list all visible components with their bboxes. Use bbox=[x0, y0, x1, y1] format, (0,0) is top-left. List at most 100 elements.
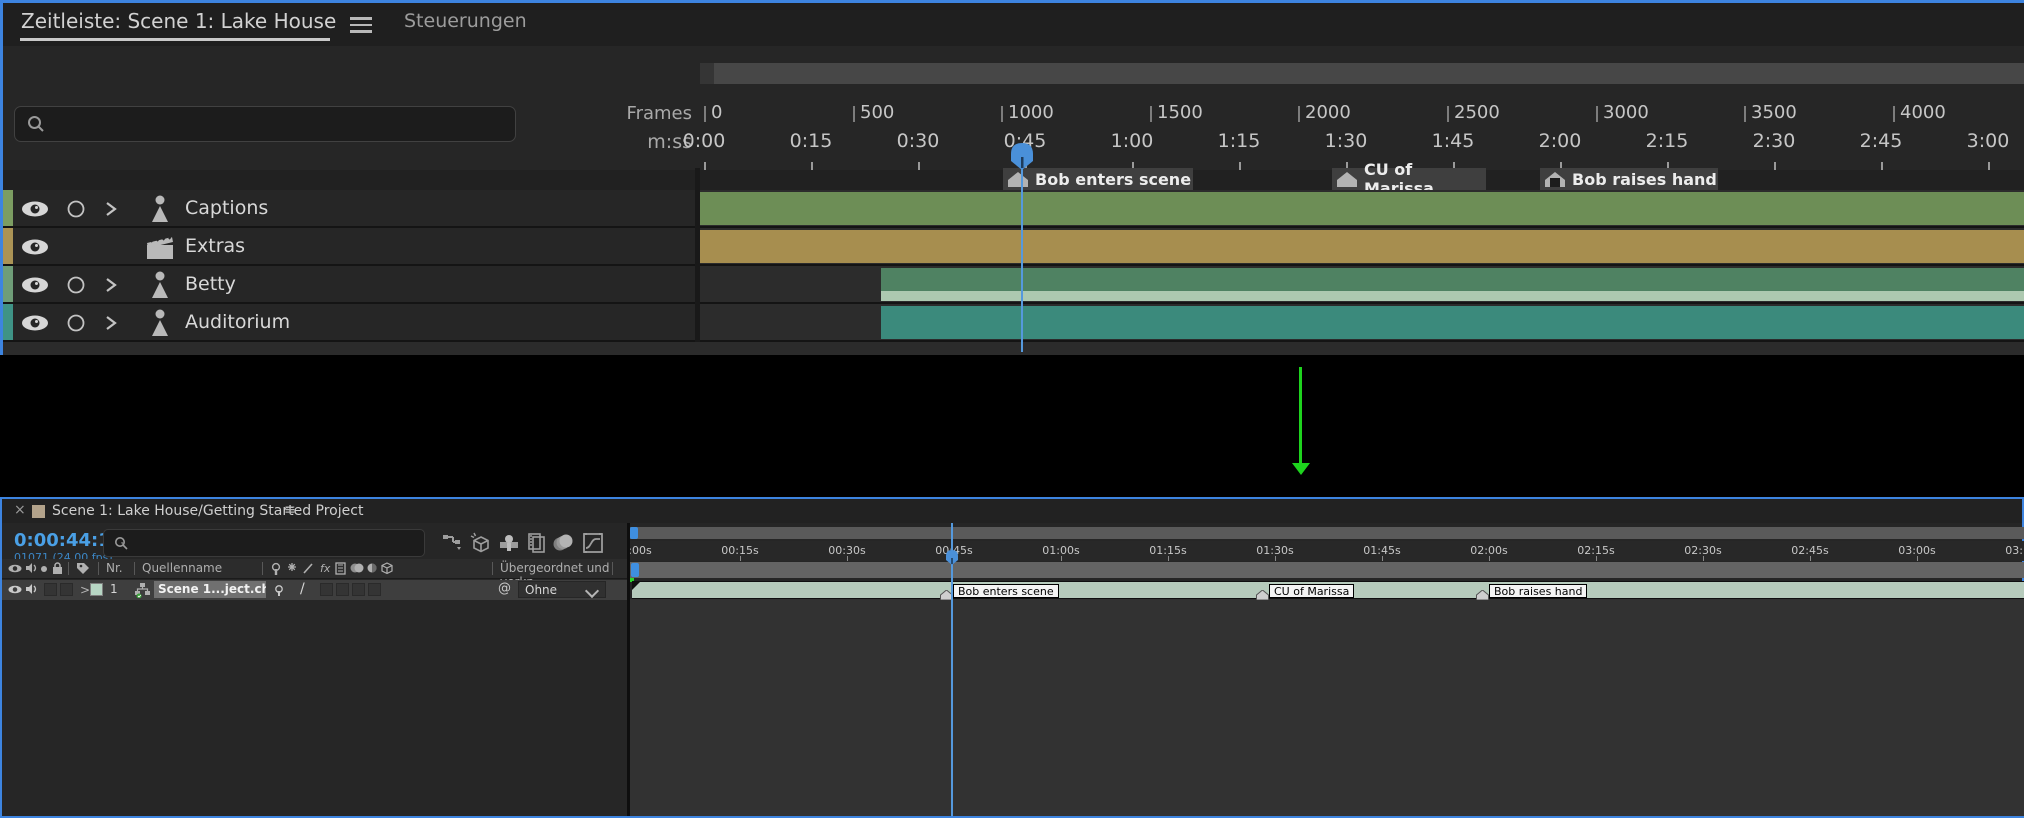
layer-bar-captions[interactable] bbox=[700, 192, 2024, 225]
audio-column-icon[interactable] bbox=[25, 562, 37, 574]
marker-bob-raises-hand[interactable]: Bob raises hand bbox=[1540, 168, 1718, 190]
playhead-head[interactable] bbox=[944, 549, 960, 566]
layer-row-extras[interactable]: Extras bbox=[3, 228, 695, 266]
layer-source-name[interactable]: Scene 1...ject.chproj bbox=[154, 581, 266, 598]
bottom-time-ruler[interactable]: 00:00s 00:15s 00:30s 00:45s 01:00s 01:15… bbox=[630, 541, 2024, 561]
timeline-scrollbar-cap bbox=[700, 63, 714, 84]
shy-switch-icon[interactable] bbox=[272, 583, 286, 597]
twirl-chevron[interactable]: > bbox=[80, 583, 90, 597]
hide-shy-layers-icon[interactable] bbox=[497, 531, 521, 555]
work-area-bar[interactable] bbox=[630, 562, 2024, 578]
timeline-panel: Zeitleiste: Scene 1: Lake House Steuerun… bbox=[0, 0, 2024, 355]
solo-circle-icon[interactable] bbox=[67, 200, 85, 218]
frame-tick-label: 1500 bbox=[1157, 102, 1203, 123]
layer-label-swatch[interactable] bbox=[90, 583, 103, 596]
parent-dropdown-value: Ohne bbox=[525, 583, 557, 597]
person-icon bbox=[147, 271, 173, 299]
frame-tick-label: 0 bbox=[711, 102, 722, 123]
layer-marker-cu-of-marissa[interactable]: CU of Marissa bbox=[1269, 584, 1354, 598]
layer-marker-bob-raises-hand[interactable]: Bob raises hand bbox=[1489, 584, 1587, 598]
playhead-line[interactable] bbox=[951, 523, 953, 816]
tab-zeitleiste[interactable]: Zeitleiste: Scene 1: Lake House bbox=[21, 9, 336, 33]
comp-color-swatch bbox=[32, 505, 45, 518]
bottom-time-navigator[interactable] bbox=[630, 527, 2024, 539]
search-input[interactable] bbox=[14, 106, 516, 142]
playhead-head[interactable] bbox=[1008, 141, 1036, 171]
column-header-row: Nr. Quellenname fx Übergeordnet und verk… bbox=[2, 559, 627, 579]
composition-mini-flowchart-icon[interactable] bbox=[441, 531, 465, 555]
panel-menu-icon[interactable] bbox=[350, 13, 372, 37]
tab-steuerungen[interactable]: Steuerungen bbox=[404, 10, 527, 32]
layer-color-strip bbox=[3, 228, 13, 264]
navigator-start-handle[interactable] bbox=[630, 527, 638, 539]
switch-cell[interactable] bbox=[44, 583, 57, 596]
layer-bar-betty[interactable] bbox=[881, 268, 2024, 301]
switch-cell[interactable] bbox=[352, 583, 365, 596]
motion-blur-icon[interactable] bbox=[551, 531, 575, 555]
layer-row-betty[interactable]: Betty bbox=[3, 266, 695, 304]
track-extras bbox=[700, 228, 2024, 266]
solo-column-icon[interactable] bbox=[41, 566, 47, 572]
ruler-frames-unit: Frames bbox=[542, 103, 692, 124]
lock-column-icon[interactable] bbox=[52, 562, 63, 575]
eye-icon[interactable] bbox=[8, 585, 22, 594]
quality-switch[interactable]: / bbox=[300, 581, 305, 597]
layer-bar-extras[interactable] bbox=[700, 230, 2024, 263]
graph-editor-icon[interactable] bbox=[581, 531, 605, 555]
bottom-tab-title[interactable]: Scene 1: Lake House/Getting Started Proj… bbox=[52, 503, 363, 519]
twirl-chevron-icon[interactable] bbox=[105, 201, 117, 217]
layer-marker-house-icon[interactable] bbox=[1256, 590, 1269, 600]
frame-blending-icon[interactable] bbox=[525, 531, 549, 555]
solo-circle-icon[interactable] bbox=[67, 314, 85, 332]
bottom-tab-row: × Scene 1: Lake House/Getting Started Pr… bbox=[2, 499, 2022, 523]
timeline-horizontal-scrollbar[interactable] bbox=[700, 63, 2024, 84]
frame-tick bbox=[853, 106, 855, 122]
layer-row-captions[interactable]: Captions bbox=[3, 190, 695, 228]
label-tag-icon[interactable] bbox=[76, 562, 90, 575]
layer-bar-betty-substrip bbox=[881, 291, 2024, 301]
panel-menu-icon[interactable]: ≡ bbox=[284, 502, 296, 518]
mss-tick-label: 0:00 bbox=[664, 130, 744, 152]
switch-cell[interactable] bbox=[336, 583, 349, 596]
layer-row-auditorium[interactable]: Auditorium bbox=[3, 304, 695, 342]
marker-label: Bob raises hand bbox=[1494, 585, 1582, 598]
layer-number: 1 bbox=[110, 582, 118, 596]
mss-tick-label: 1:00 bbox=[1092, 130, 1172, 152]
switch-cell[interactable] bbox=[320, 583, 333, 596]
layer-marker-bob-enters-scene[interactable]: Bob enters scene bbox=[953, 584, 1059, 598]
bottom-layer-row[interactable]: > 1 Scene 1...ject.chproj / @ Ohne bbox=[2, 580, 627, 600]
layer-name[interactable]: Captions bbox=[185, 197, 268, 219]
twirl-chevron-icon[interactable] bbox=[105, 277, 117, 293]
layer-marker-house-icon[interactable] bbox=[1476, 590, 1489, 600]
mss-tick-label: 3:00 bbox=[1948, 130, 2024, 152]
work-area-start-handle[interactable] bbox=[631, 563, 639, 577]
clapperboard-icon bbox=[145, 233, 175, 261]
draft-3d-icon[interactable] bbox=[468, 531, 492, 555]
switch-cell[interactable] bbox=[60, 583, 73, 596]
layer-switches-icons[interactable]: fx bbox=[270, 561, 394, 576]
layer-name[interactable]: Betty bbox=[185, 273, 236, 295]
audio-icon[interactable] bbox=[25, 583, 37, 595]
eye-column-icon[interactable] bbox=[8, 564, 22, 573]
parent-dropdown[interactable]: Ohne bbox=[518, 581, 606, 598]
twirl-chevron-icon[interactable] bbox=[105, 315, 117, 331]
parent-pickwhip-icon[interactable]: @ bbox=[498, 581, 511, 596]
playhead-line[interactable] bbox=[1021, 160, 1023, 352]
column-quellenname[interactable]: Quellenname bbox=[142, 561, 222, 575]
layer-name[interactable]: Extras bbox=[185, 235, 245, 257]
frame-tick bbox=[1744, 106, 1746, 122]
solo-circle-icon[interactable] bbox=[67, 276, 85, 294]
timeline-search-input[interactable] bbox=[103, 529, 425, 557]
close-icon[interactable]: × bbox=[14, 502, 26, 518]
layer-name[interactable]: Auditorium bbox=[185, 311, 290, 333]
switch-cell[interactable] bbox=[368, 583, 381, 596]
panel-focus-border-top bbox=[0, 0, 2024, 3]
marker-bob-enters-scene[interactable]: Bob enters scene bbox=[1003, 168, 1193, 190]
eye-icon[interactable] bbox=[21, 239, 49, 255]
column-nr[interactable]: Nr. bbox=[106, 561, 123, 575]
eye-icon[interactable] bbox=[21, 277, 49, 293]
eye-icon[interactable] bbox=[21, 315, 49, 331]
layer-bar-auditorium[interactable] bbox=[881, 306, 2024, 339]
mss-tick-label: 1:30 bbox=[1306, 130, 1386, 152]
eye-icon[interactable] bbox=[21, 201, 49, 217]
